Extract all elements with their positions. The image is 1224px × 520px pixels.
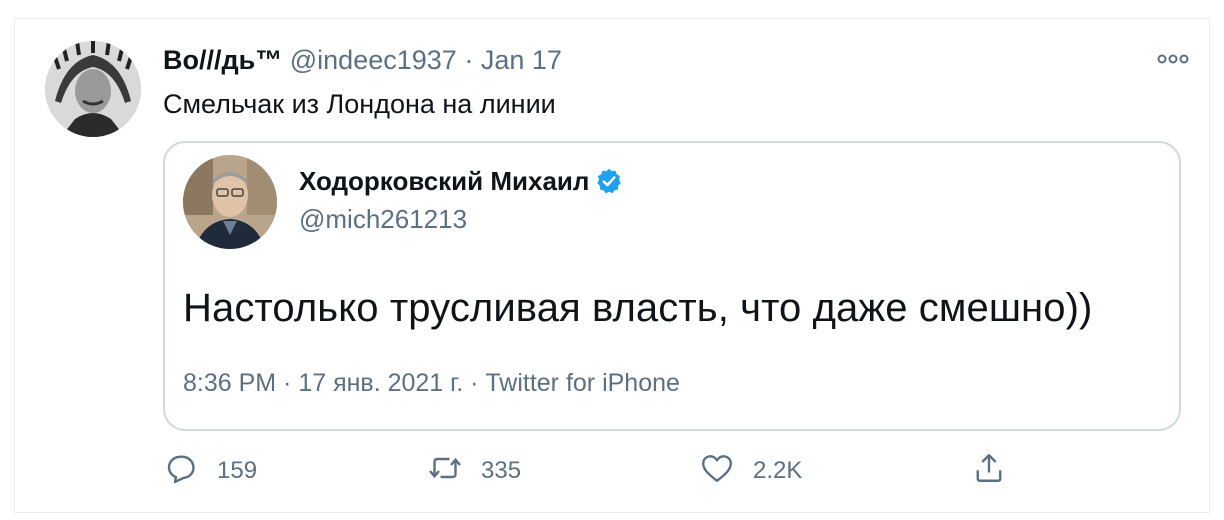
quoted-tweet-meta: 8:36 PM · 17 янв. 2021 г. · Twitter for … — [183, 369, 680, 397]
share-icon — [971, 450, 1007, 493]
header-separator: · — [464, 45, 474, 75]
quoted-author-name[interactable]: Ходорковский Михаил — [299, 165, 589, 197]
retweet-count: 335 — [481, 457, 522, 484]
author-avatar[interactable] — [45, 41, 141, 137]
tweet-text: Смельчак из Лондона на линии — [163, 89, 556, 119]
reply-count: 159 — [217, 457, 258, 484]
heart-icon — [699, 450, 735, 493]
tweet-header: Bo///дь™ @indeec1937 · Jan 17 — [163, 43, 562, 77]
quoted-avatar-image — [183, 155, 277, 249]
share-button[interactable] — [971, 451, 1007, 491]
quoted-tweet-text: Настолько трусливая власть, что даже сме… — [183, 286, 1093, 330]
like-button[interactable]: 2.2K — [699, 451, 802, 491]
more-icon[interactable] — [1155, 49, 1191, 69]
retweet-button[interactable]: 335 — [427, 451, 521, 491]
quoted-author-name-row: Ходорковский Михаил — [299, 165, 623, 197]
quoted-author-avatar[interactable] — [183, 155, 277, 249]
retweet-icon — [427, 450, 463, 493]
like-count: 2.2K — [753, 457, 803, 484]
avatar-image — [45, 41, 141, 137]
reply-icon — [163, 450, 199, 493]
action-bar: 159 335 2.2K — [163, 451, 1033, 491]
author-name[interactable]: Bo///дь™ — [163, 45, 282, 75]
author-handle[interactable]: @indeec1937 — [290, 45, 457, 75]
tweet-card[interactable]: Bo///дь™ @indeec1937 · Jan 17 Смельчак и… — [14, 18, 1210, 513]
tweet-date[interactable]: Jan 17 — [481, 45, 562, 75]
reply-button[interactable]: 159 — [163, 451, 257, 491]
quoted-author-handle[interactable]: @mich261213 — [299, 203, 467, 235]
quoted-tweet[interactable]: Ходорковский Михаил @mich261213 Настольк… — [163, 141, 1181, 431]
verified-badge-icon — [595, 167, 623, 195]
